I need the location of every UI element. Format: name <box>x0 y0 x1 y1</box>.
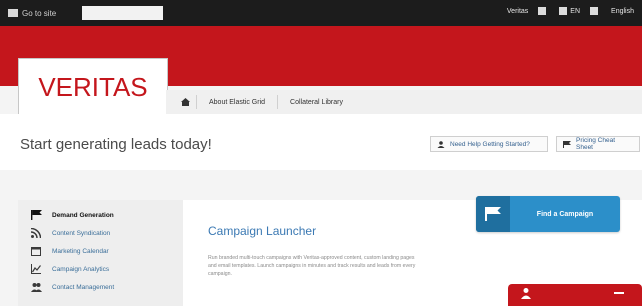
users-icon <box>30 282 42 292</box>
settings-icon[interactable] <box>538 7 549 15</box>
locale-label: English <box>611 7 634 15</box>
search-input[interactable] <box>82 6 163 20</box>
sidebar-item-content-syndication[interactable]: Content Syndication <box>30 226 110 240</box>
top-bar-right-menu: Veritas EN English <box>507 7 634 15</box>
pricing-button-label: Pricing Cheat Sheet <box>576 137 616 151</box>
find-a-campaign-button[interactable]: Find a Campaign <box>476 196 620 232</box>
sidebar-item-label: Marketing Calendar <box>52 247 109 255</box>
help-button-label: Need Help Getting Started? <box>450 140 530 148</box>
chat-icon <box>520 286 532 304</box>
sidebar-item-label: Content Syndication <box>52 229 111 237</box>
go-to-site-label: Go to site <box>22 8 57 18</box>
external-link-icon <box>8 9 18 17</box>
top-bar: Go to site Veritas EN English <box>0 0 642 26</box>
page-title: Start generating leads today! <box>20 136 212 153</box>
chart-icon <box>30 264 42 274</box>
globe-icon <box>559 7 568 15</box>
sidebar-item-contact-management[interactable]: Contact Management <box>30 280 114 294</box>
minimize-icon[interactable] <box>614 292 624 294</box>
user-menu[interactable]: Veritas <box>507 8 528 15</box>
flag-icon <box>476 196 510 232</box>
flag-icon <box>563 140 571 148</box>
main-nav: About Elastic Grid Collateral Library <box>166 90 642 115</box>
language-menu[interactable]: EN <box>559 7 580 15</box>
language-code: EN <box>570 7 581 15</box>
user-icon <box>437 140 445 148</box>
locale-menu[interactable]: English <box>611 8 634 15</box>
campaign-launcher-description: Run branded multi-touch campaigns with V… <box>208 255 416 277</box>
sidebar-item-label: Contact Management <box>52 283 115 291</box>
find-a-campaign-label: Find a Campaign <box>536 210 594 218</box>
logo-text: VERITAS <box>38 72 147 102</box>
chat-widget[interactable] <box>508 284 642 306</box>
calendar-icon <box>30 246 42 256</box>
sidebar-item-label: Campaign Analytics <box>52 265 110 273</box>
sidebar-item-demand-generation[interactable]: Demand Generation <box>30 208 114 222</box>
pricing-cheat-sheet-button[interactable]: Pricing Cheat Sheet <box>556 136 640 152</box>
sidebar-item-campaign-analytics[interactable]: Campaign Analytics <box>30 262 109 276</box>
help-getting-started-button[interactable]: Need Help Getting Started? <box>430 136 548 152</box>
user-icon <box>590 7 599 15</box>
sidebar-item-marketing-calendar[interactable]: Marketing Calendar <box>30 244 109 258</box>
home-icon[interactable] <box>174 98 196 106</box>
profile-menu[interactable] <box>590 7 601 15</box>
nav-collateral-library[interactable]: Collateral Library <box>277 95 355 109</box>
go-to-site-link[interactable]: Go to site <box>8 7 56 19</box>
rss-icon <box>30 228 42 238</box>
sidebar-item-label: Demand Generation <box>52 211 114 219</box>
nav-about-elastic-grid[interactable]: About Elastic Grid <box>196 95 277 109</box>
flag-icon <box>30 210 42 220</box>
campaign-launcher-heading: Campaign Launcher <box>208 224 317 238</box>
user-menu-label: Veritas <box>506 7 529 15</box>
veritas-logo[interactable]: VERITAS <box>18 58 168 116</box>
